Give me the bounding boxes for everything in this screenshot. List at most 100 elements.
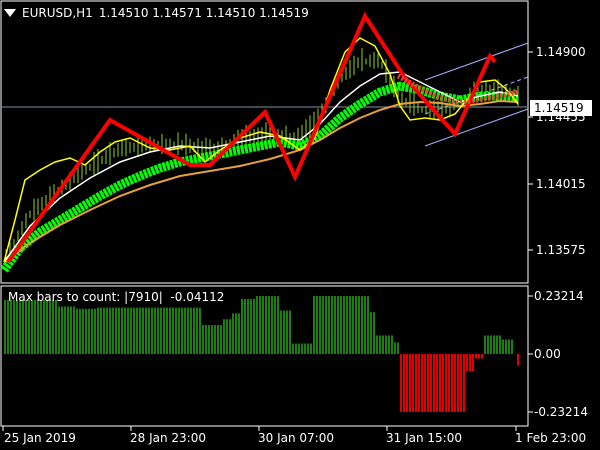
- histogram-bar: [61, 306, 63, 354]
- histogram-bar: [247, 298, 249, 354]
- chart-header: EURUSD,H1 1.14510 1.14571 1.14510 1.1451…: [4, 6, 309, 20]
- histogram-bar: [385, 335, 387, 354]
- histogram-bar: [148, 307, 150, 354]
- histogram-bar: [484, 335, 486, 354]
- histogram-bar: [418, 354, 420, 412]
- histogram-bar: [196, 307, 198, 354]
- price-tick-4: 1.13575: [536, 243, 586, 257]
- histogram-bar: [355, 296, 357, 354]
- histogram-bar: [154, 307, 156, 354]
- histogram-bar: [229, 319, 231, 354]
- histogram-bar: [403, 354, 405, 412]
- histogram-bar: [496, 335, 498, 354]
- histogram-bar: [100, 307, 102, 354]
- histogram-bar: [241, 298, 243, 354]
- histogram-bar: [175, 307, 177, 354]
- triangle-down-icon[interactable]: [4, 9, 16, 17]
- histogram-bar: [232, 313, 234, 354]
- histogram-bar: [262, 296, 264, 354]
- histogram-bar: [490, 335, 492, 354]
- histogram-bar: [106, 307, 108, 354]
- histogram-bar: [307, 343, 309, 354]
- histogram-bar: [301, 343, 303, 354]
- histogram-bar: [79, 308, 81, 354]
- histogram-bar: [406, 354, 408, 412]
- histogram-bar: [472, 354, 474, 372]
- channel-upper-line[interactable]: [424, 42, 529, 81]
- histogram-bar: [367, 296, 369, 354]
- histogram-bar: [22, 300, 24, 354]
- histogram-bar: [379, 335, 381, 354]
- histogram-bar: [304, 343, 306, 354]
- histogram-bar: [223, 319, 225, 354]
- histogram-bar: [409, 354, 411, 412]
- histogram-bar: [202, 325, 204, 354]
- histogram-bar: [7, 300, 9, 354]
- histogram-bar: [289, 310, 291, 354]
- histogram-bar: [127, 307, 129, 354]
- histogram-bar: [358, 296, 360, 354]
- symbol-label: EURUSD,H1: [22, 6, 93, 20]
- histogram-bar: [178, 307, 180, 354]
- histogram-bar: [325, 296, 327, 354]
- histogram-bar: [400, 354, 402, 412]
- histogram-bar: [118, 307, 120, 354]
- histogram-bar: [130, 307, 132, 354]
- histogram-bar: [412, 354, 414, 412]
- histogram-bar: [244, 298, 246, 354]
- histogram-bar: [427, 354, 429, 412]
- histogram-bar: [445, 354, 447, 412]
- histogram-bar: [34, 300, 36, 354]
- histogram-bar: [397, 342, 399, 354]
- histogram-bar: [97, 307, 99, 354]
- histogram-bar: [454, 354, 456, 412]
- histogram-bar: [331, 296, 333, 354]
- histogram-bar: [253, 298, 255, 354]
- histogram-bar: [268, 296, 270, 354]
- histogram-bar: [421, 354, 423, 412]
- histogram-bar: [424, 354, 426, 412]
- histogram-bar: [109, 307, 111, 354]
- histogram-bar: [376, 335, 378, 354]
- histogram-bar: [508, 339, 510, 354]
- histogram-bar: [382, 335, 384, 354]
- histogram-bar: [208, 325, 210, 354]
- histogram-bar: [4, 300, 6, 354]
- time-label-4: 31 Jan 15:00: [386, 431, 462, 445]
- indicator-tick-top: 0.23214: [534, 289, 584, 303]
- histogram-bar: [388, 335, 390, 354]
- time-label-2: 28 Jan 23:00: [130, 431, 206, 445]
- price-chart[interactable]: [0, 0, 600, 450]
- histogram-bar: [466, 354, 468, 372]
- histogram-bar: [295, 343, 297, 354]
- histogram-bar: [112, 307, 114, 354]
- histogram-bar: [334, 296, 336, 354]
- histogram-bar: [190, 307, 192, 354]
- price-tick-1: 1.14900: [536, 45, 586, 59]
- histogram-bar: [64, 306, 66, 354]
- histogram-bar: [115, 307, 117, 354]
- histogram-bar: [145, 307, 147, 354]
- histogram-bar: [277, 296, 279, 354]
- histogram-bar: [226, 319, 228, 354]
- histogram-bar: [256, 296, 258, 354]
- histogram-bar: [460, 354, 462, 412]
- histogram-bar: [25, 300, 27, 354]
- histogram-bar: [517, 354, 519, 366]
- histogram-bar: [184, 307, 186, 354]
- histogram-bar: [103, 307, 105, 354]
- histogram-bar: [169, 307, 171, 354]
- histogram-bar: [31, 300, 33, 354]
- histogram-bar: [457, 354, 459, 412]
- chart-window[interactable]: EURUSD,H1 1.14510 1.14571 1.14510 1.1451…: [0, 0, 600, 450]
- histogram-bar: [505, 339, 507, 354]
- channel-lower-line[interactable]: [424, 108, 529, 147]
- histogram-bar: [133, 307, 135, 354]
- histogram-bar: [76, 308, 78, 354]
- histogram-bar: [487, 335, 489, 354]
- histogram-bar: [19, 300, 21, 354]
- histogram-bar: [157, 307, 159, 354]
- histogram-bar: [469, 354, 471, 372]
- current-price-tag: 1.14519: [530, 100, 592, 116]
- histogram-bar: [286, 310, 288, 354]
